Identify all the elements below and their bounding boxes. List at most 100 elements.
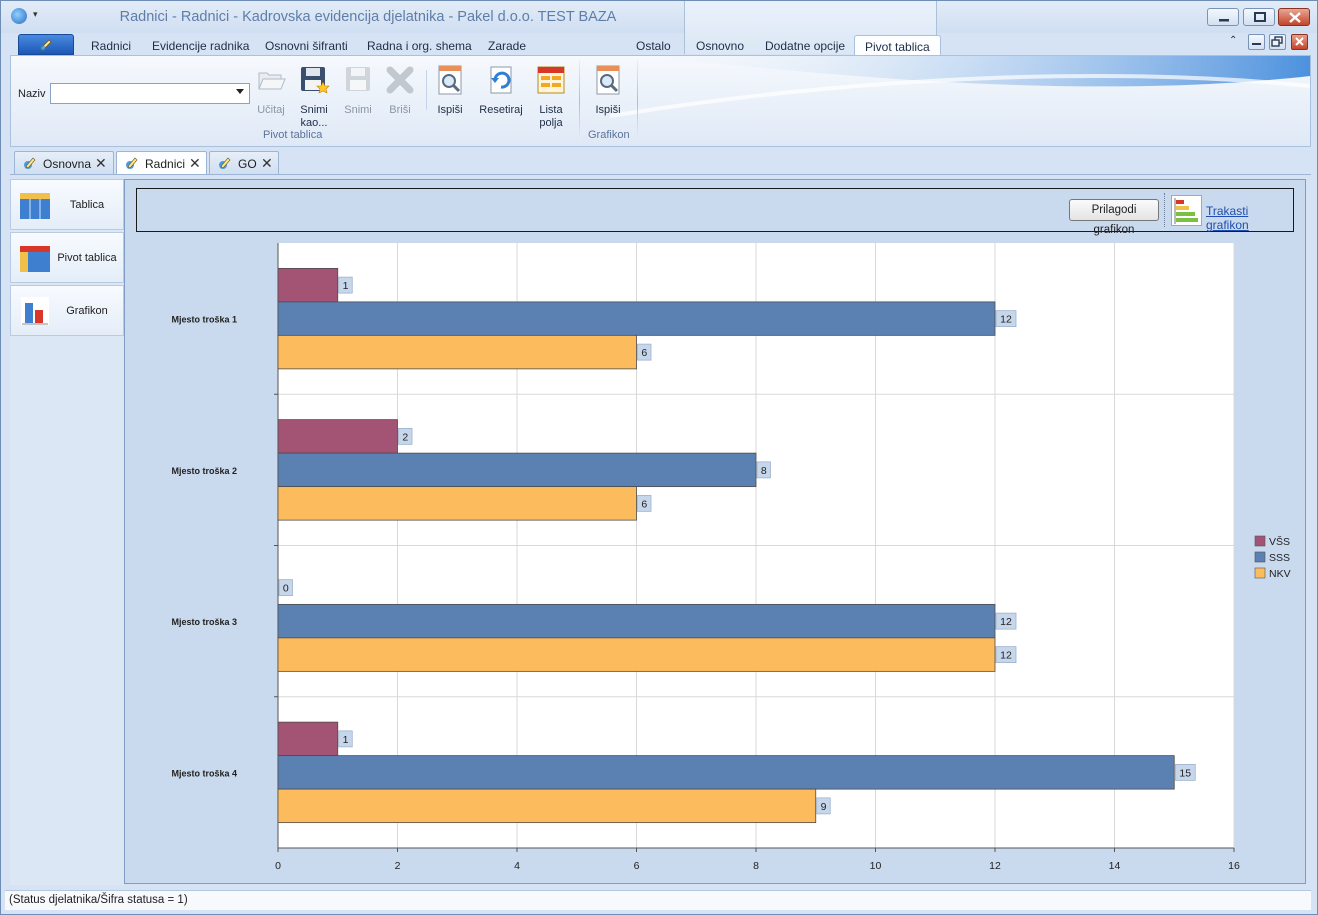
data-label: 8 xyxy=(761,465,767,477)
naziv-label: Naziv xyxy=(18,88,46,100)
horizontal-bar-chart-icon[interactable] xyxy=(1171,195,1202,226)
data-label: 1 xyxy=(343,734,349,746)
pencil-globe-icon xyxy=(126,157,138,169)
x-tick-label: 14 xyxy=(1109,860,1121,872)
x-tick-label: 4 xyxy=(514,860,520,872)
minimize-button[interactable] xyxy=(1207,8,1239,26)
ucitaj-label: Učitaj xyxy=(257,104,285,116)
table-icon xyxy=(20,193,50,219)
application-menu-button[interactable] xyxy=(18,34,74,55)
category-label: Mjesto troška 1 xyxy=(171,315,237,325)
data-label: 12 xyxy=(1000,616,1012,628)
ribbon-decoration xyxy=(610,56,1310,118)
ucitaj-button[interactable]: Učitaj xyxy=(249,64,293,117)
lista-polja-button[interactable]: Lista polja xyxy=(529,64,573,130)
save-icon xyxy=(346,67,370,91)
ribbon-minimize-caret-icon[interactable]: ⌃ xyxy=(1229,35,1237,46)
snimi-kao-label: Snimi kao... xyxy=(300,104,328,129)
reset-icon xyxy=(490,66,512,94)
window-title: Radnici - Radnici - Kadrovska evidencija… xyxy=(119,9,617,25)
chart-toolbar: Prilagodi grafikon Trakasti grafikon xyxy=(136,188,1294,236)
chevron-down-icon[interactable] xyxy=(236,89,244,94)
status-bar: (Status djelatnika/Šifra statusa = 1) xyxy=(5,890,1311,910)
ispisi-grafikon-button[interactable]: Ispiši xyxy=(586,64,630,117)
close-icon xyxy=(1289,12,1301,23)
legend-swatch xyxy=(1254,535,1266,547)
data-label: 12 xyxy=(1000,314,1012,326)
doc-tab-label: GO xyxy=(238,157,257,171)
bar xyxy=(277,267,339,303)
pencil-globe-icon xyxy=(219,157,231,169)
bar-chart-icon xyxy=(21,297,49,325)
snimi-label: Snimi xyxy=(344,104,372,116)
document-tab-bar: Osnovna ✕ Radnici ✕ GO ✕ xyxy=(10,151,1311,175)
nav-item-label: Tablica xyxy=(69,199,105,211)
data-label: 0 xyxy=(283,583,289,595)
bar xyxy=(277,452,757,488)
restore-icon xyxy=(1271,36,1283,47)
maximize-button[interactable] xyxy=(1243,8,1275,26)
ispisi-label: Ispiši xyxy=(437,104,463,116)
left-navigation: Tablica Pivot tablica Grafikon xyxy=(10,179,124,885)
ribbon-tab-bar: Radnici Evidencije radnika Osnovni šifra… xyxy=(1,33,1317,57)
save-as-icon xyxy=(301,67,330,94)
data-label: 15 xyxy=(1179,767,1191,779)
naziv-combobox[interactable] xyxy=(50,83,250,104)
mdi-close-button[interactable] xyxy=(1291,34,1308,50)
ribbon-tab-radna-org-shema[interactable]: Radna i org. shema xyxy=(367,39,472,53)
ribbon-group-separator xyxy=(637,60,638,142)
ribbon-tab-osnovno[interactable]: Osnovno xyxy=(696,39,744,53)
snimi-kao-button[interactable]: Snimi kao... xyxy=(292,64,336,130)
category-label: Mjesto troška 2 xyxy=(171,466,237,476)
doc-tab-go[interactable]: GO ✕ xyxy=(209,151,279,174)
brisi-label: Briši xyxy=(389,104,411,116)
legend-label: NKV xyxy=(1269,568,1291,580)
x-tick-label: 10 xyxy=(870,860,882,872)
pencil-icon xyxy=(40,39,52,51)
x-tick-label: 16 xyxy=(1228,860,1240,872)
close-tab-icon[interactable]: ✕ xyxy=(189,155,201,172)
ribbon-tab-radnici[interactable]: Radnici xyxy=(91,39,131,53)
ispisi-button[interactable]: Ispiši xyxy=(428,64,472,117)
bar xyxy=(277,419,398,454)
doc-tab-radnici[interactable]: Radnici ✕ xyxy=(116,151,207,175)
data-label: 6 xyxy=(641,347,647,359)
ribbon-tab-evidencije-radnika[interactable]: Evidencije radnika xyxy=(152,39,249,53)
bar xyxy=(277,788,817,824)
nav-item-grafikon[interactable]: Grafikon xyxy=(10,285,124,336)
pencil-globe-icon xyxy=(24,157,36,169)
group-label-pivot: Pivot tablica xyxy=(263,129,323,141)
nav-item-tablica[interactable]: Tablica xyxy=(10,179,124,230)
close-tab-icon[interactable]: ✕ xyxy=(261,155,273,172)
bar xyxy=(277,301,996,336)
category-label: Mjesto troška 4 xyxy=(171,768,237,778)
chart-type-link[interactable]: Trakasti grafikon xyxy=(1206,204,1293,232)
category-label: Mjesto troška 3 xyxy=(171,617,237,627)
doc-tab-osnovna[interactable]: Osnovna ✕ xyxy=(14,151,114,174)
field-list-icon xyxy=(537,66,565,94)
doc-tab-label: Osnovna xyxy=(43,157,92,171)
ribbon-panel: Naziv Učitaj Snimi kao... Snimi Briši Is… xyxy=(10,55,1311,147)
bar xyxy=(277,721,339,757)
x-tick-label: 8 xyxy=(753,860,759,872)
ribbon-tab-ostalo[interactable]: Ostalo xyxy=(636,39,671,53)
customize-chart-button[interactable]: Prilagodi grafikon xyxy=(1069,199,1159,236)
ribbon-tab-dodatne-opcije[interactable]: Dodatne opcije xyxy=(765,39,845,53)
tab-divider xyxy=(10,174,1311,175)
nav-item-pivot-tablica[interactable]: Pivot tablica xyxy=(10,232,124,283)
mdi-minimize-button[interactable] xyxy=(1248,34,1265,50)
toolbar-separator xyxy=(1164,193,1165,227)
brisi-button[interactable]: Briši xyxy=(378,64,422,117)
minimize-icon xyxy=(1252,43,1261,45)
bar-chart-type-glyph xyxy=(1174,198,1198,224)
resetiraj-button[interactable]: Resetiraj xyxy=(477,64,525,117)
mdi-restore-button[interactable] xyxy=(1269,34,1286,50)
ribbon-tab-pivot-tablica[interactable]: Pivot tablica xyxy=(854,35,941,57)
snimi-button[interactable]: Snimi xyxy=(336,64,380,117)
close-window-button[interactable] xyxy=(1278,8,1310,26)
ribbon-tab-osnovni-sifranti[interactable]: Osnovni šifranti xyxy=(265,39,348,53)
bar xyxy=(277,486,637,521)
ribbon-group-separator xyxy=(579,60,580,142)
close-tab-icon[interactable]: ✕ xyxy=(95,155,107,172)
ribbon-tab-zarade[interactable]: Zarade xyxy=(488,39,526,53)
